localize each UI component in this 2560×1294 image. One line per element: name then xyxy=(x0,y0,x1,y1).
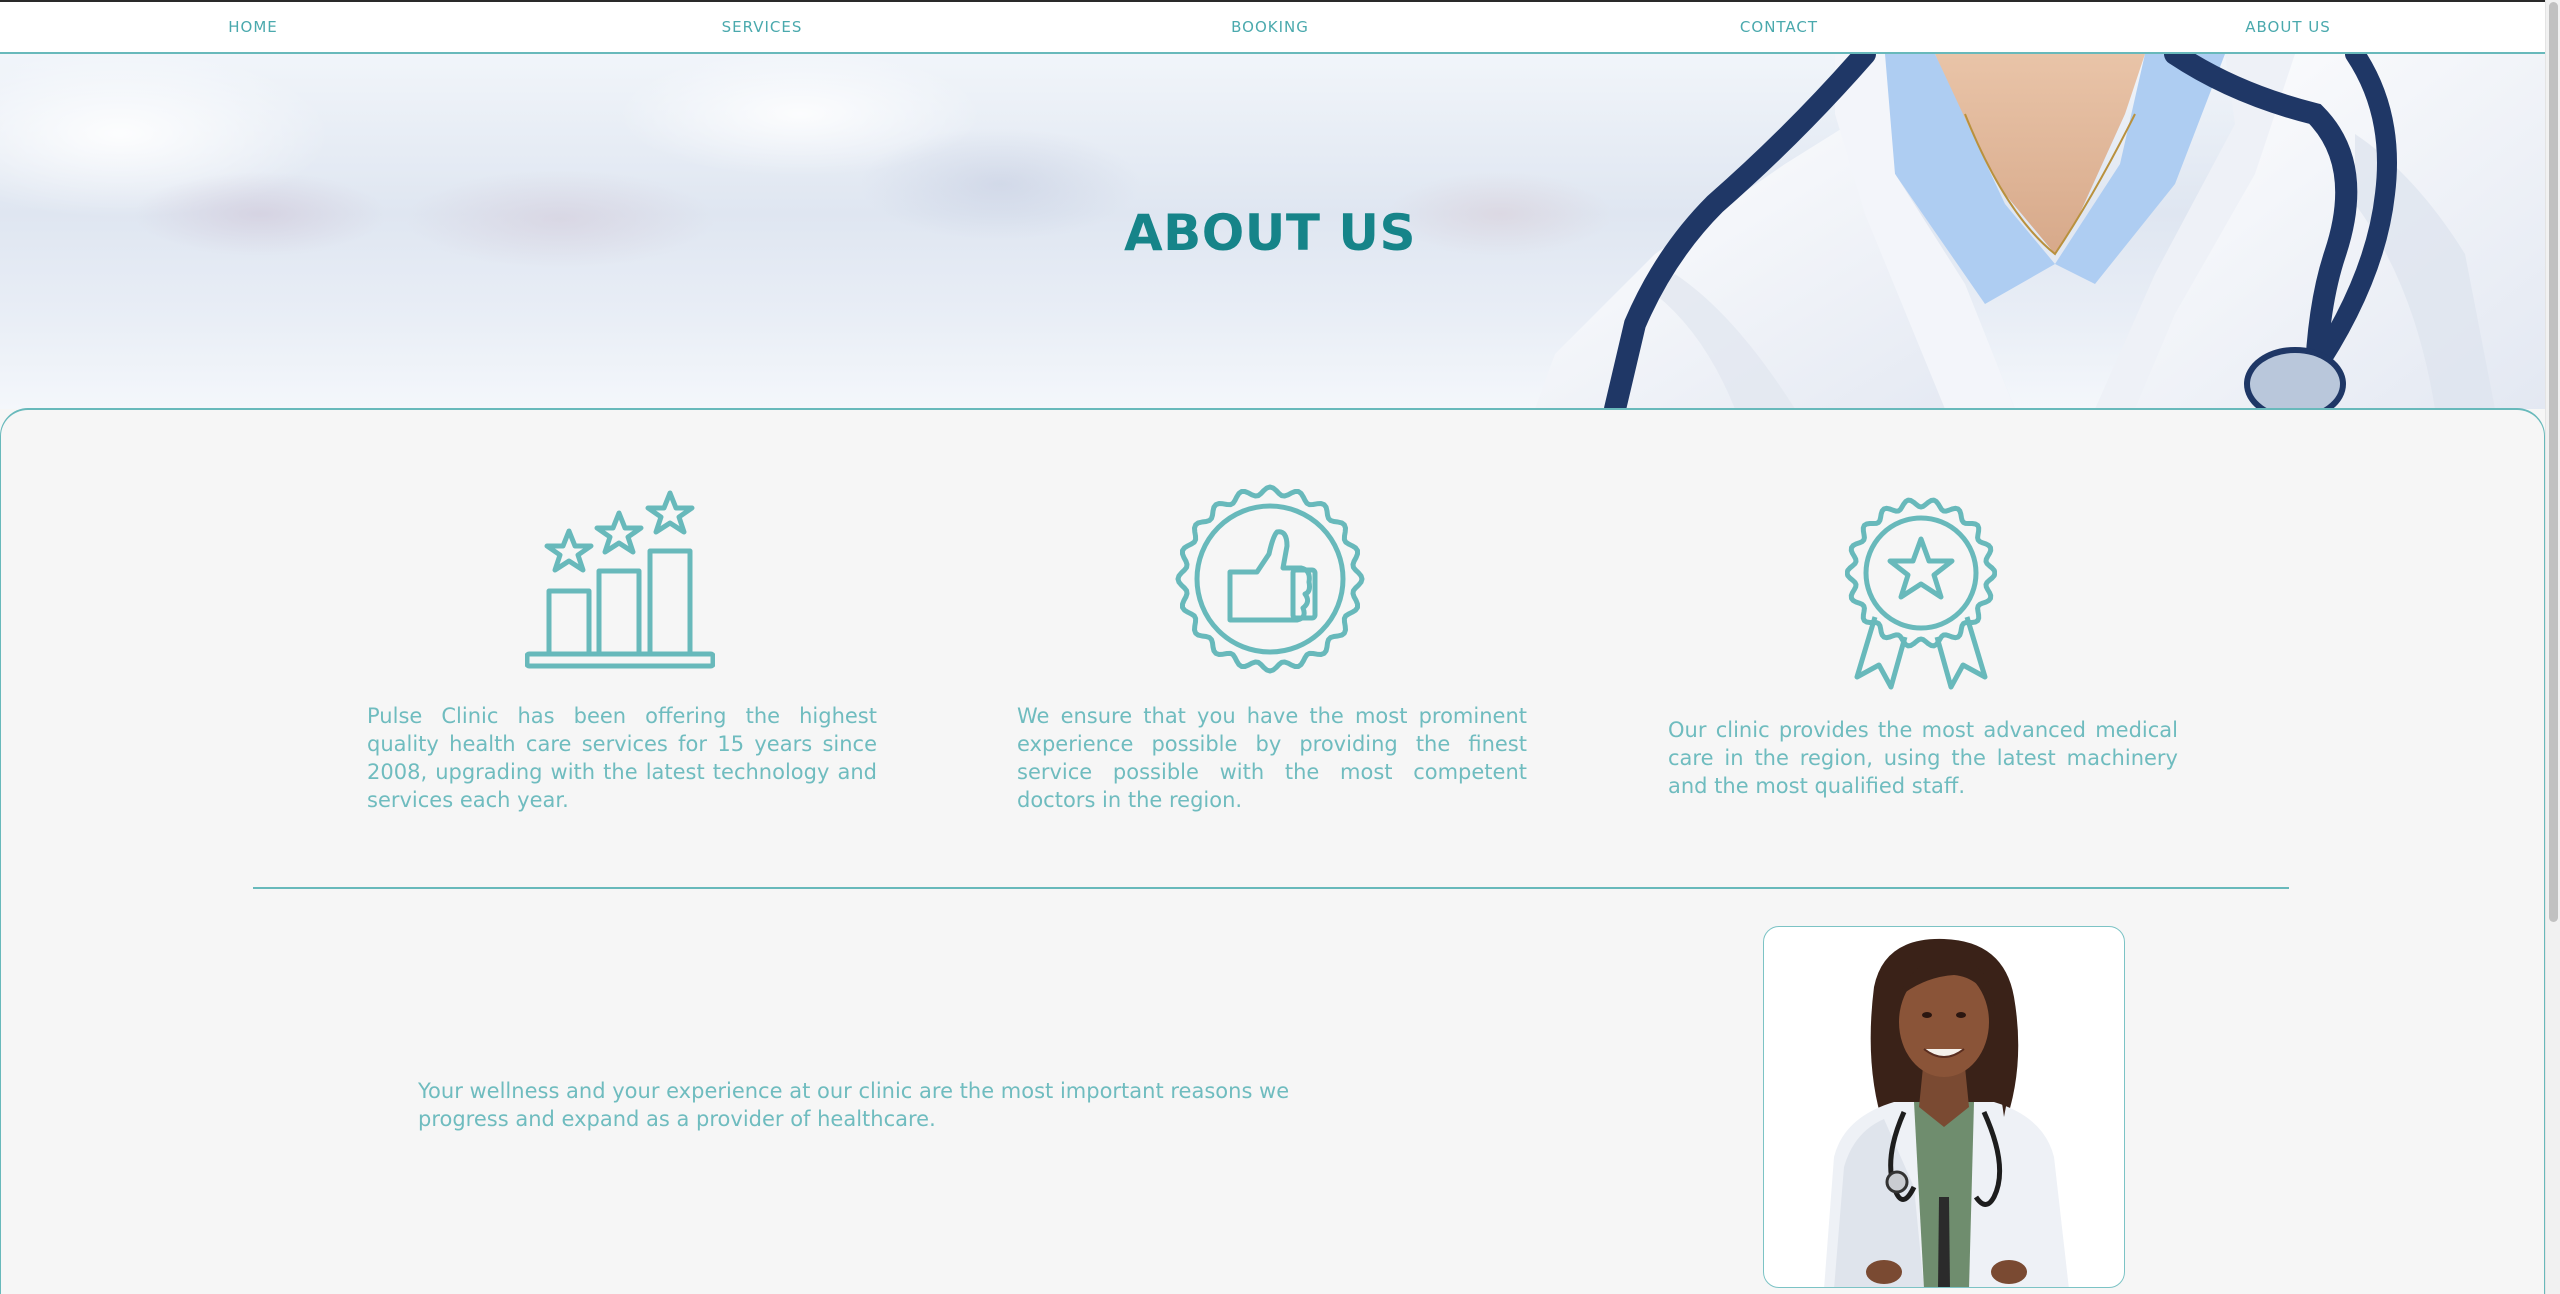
nav-booking-link[interactable]: BOOKING xyxy=(1231,18,1309,36)
feature-text-experience: Pulse Clinic has been offering the highe… xyxy=(367,704,877,812)
hero-doctor-image xyxy=(1535,54,2545,409)
hero-banner: ABOUT US xyxy=(0,54,2545,409)
thumbs-up-badge-icon xyxy=(1175,484,1365,674)
scrollbar-thumb[interactable] xyxy=(2549,2,2558,922)
doctor-photo-card xyxy=(1763,926,2125,1288)
rating-bar-chart-icon xyxy=(525,490,715,669)
nav-contact-link[interactable]: CONTACT xyxy=(1740,18,1818,36)
section-divider xyxy=(253,887,2289,889)
top-navigation: HOME SERVICES BOOKING CONTACT ABOUT US xyxy=(0,2,2545,54)
page-scrollbar[interactable] xyxy=(2545,0,2560,1294)
wellness-statement: Your wellness and your experience at our… xyxy=(418,1079,1290,1131)
nav-services-link[interactable]: SERVICES xyxy=(722,18,803,36)
doctor-portrait-image xyxy=(1824,938,2069,1287)
page-title: ABOUT US xyxy=(1123,204,1417,262)
nav-home-link[interactable]: HOME xyxy=(228,18,278,36)
feature-text-service: We ensure that you have the most promine… xyxy=(1017,704,1527,812)
feature-text-technology: Our clinic provides the most advanced me… xyxy=(1668,718,2178,798)
award-ribbon-icon xyxy=(1845,497,1997,690)
nav-about-us-link[interactable]: ABOUT US xyxy=(2245,18,2331,36)
